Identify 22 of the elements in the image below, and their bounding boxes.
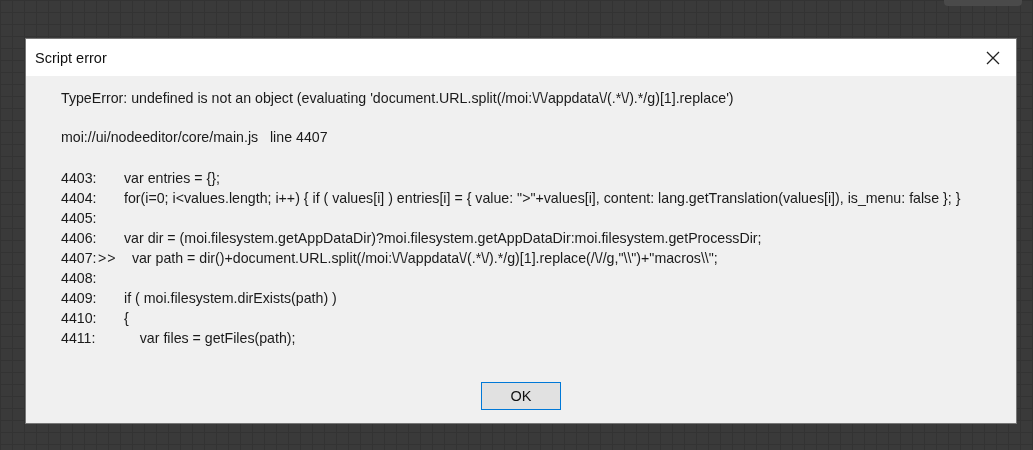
line-number: 4411:: [61, 330, 97, 346]
close-icon: [986, 50, 1000, 65]
code-line: if ( moi.filesystem.dirExists(path) ): [124, 290, 337, 306]
line-number: 4409:: [61, 290, 98, 306]
code-line: var path = dir()+document.URL.split(/moi:\/\/appdata\/(.*\/).*/g)[1].replace(/\//g,"\\")+"macros\\";: [130, 250, 718, 266]
ok-button[interactable]: OK: [481, 382, 561, 410]
code-line: var entries = {};: [124, 170, 220, 186]
line-number: 4405:: [61, 210, 98, 226]
code-line: var dir = (moi.filesystem.getAppDataDir)?moi.filesystem.getAppDataDir:moi.filesystem.getProcessDir;: [124, 230, 762, 246]
error-location: moi://ui/nodeeditor/core/main.js line 4407: [61, 129, 329, 147]
current-line-marker: >>: [98, 250, 118, 266]
line-number: 4407:: [61, 250, 98, 266]
code-line: var files = getFiles(path);: [138, 330, 296, 346]
line-number: 4404:: [61, 190, 98, 206]
code-line: for(i=0; i<values.length; i++) { if ( values[i] ) entries[i] = { value: ">"+values[i], content: lang.getTranslation(values[i]), is_menu: false }; }: [124, 190, 961, 206]
line-number: 4403:: [61, 170, 98, 186]
error-message: TypeError: undefined is not an object (evaluating 'document.URL.split(/moi:\/\/appdata\/(.*\/).*/g)[1].replace'): [61, 90, 735, 108]
line-number: 4406:: [61, 230, 98, 246]
window-title: Script error: [35, 49, 107, 66]
line-number: 4408:: [61, 270, 98, 286]
line-number: 4410:: [61, 310, 98, 326]
code-line: {: [124, 310, 129, 326]
